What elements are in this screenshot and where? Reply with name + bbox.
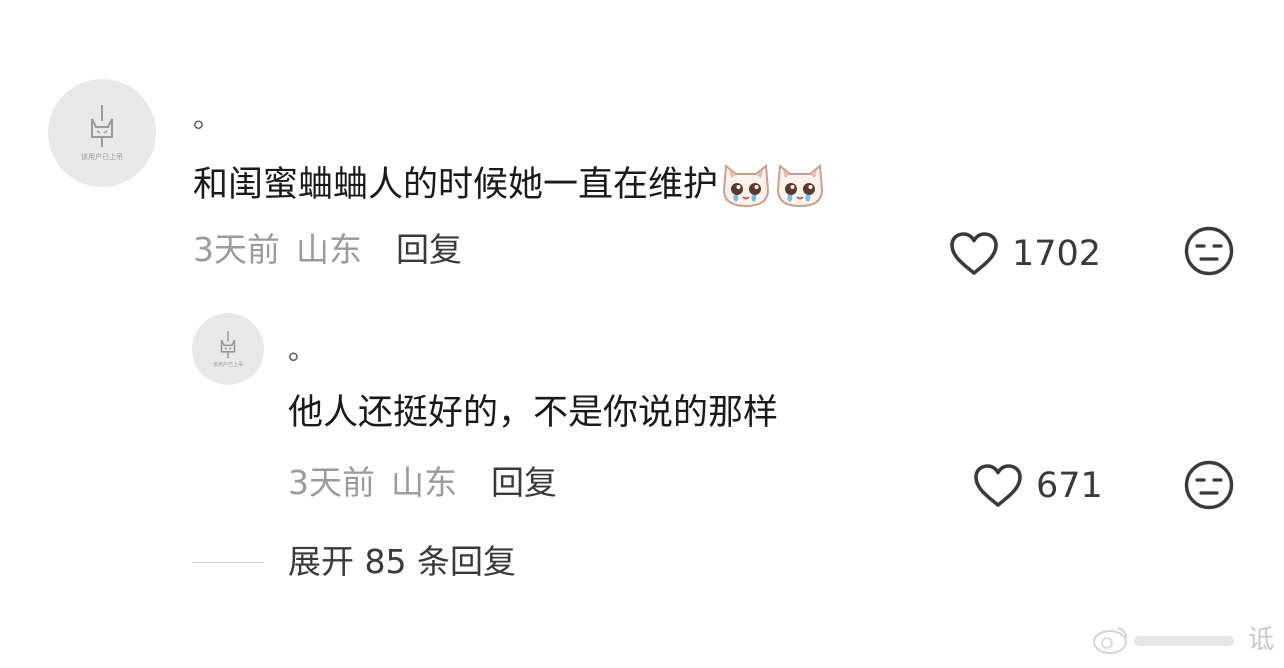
location: 山东 — [391, 463, 457, 502]
heart-outline-icon — [974, 464, 1022, 507]
avatar[interactable]: 该用户已上吊 — [192, 313, 264, 385]
timestamp: 3天前 — [193, 230, 280, 269]
watermark-glyph: 诋 — [1247, 625, 1274, 655]
like-button[interactable]: 1702 — [948, 231, 1101, 277]
avatar-caption: 该用户已上吊 — [212, 361, 243, 368]
reply-button[interactable]: 回复 — [491, 466, 557, 499]
username[interactable]: 。 — [193, 104, 221, 132]
cat-logo-icon — [91, 105, 113, 147]
comment-text: 和闺蜜蛐蛐人的时候她一直在维护 — [193, 160, 826, 210]
comment-body: 和闺蜜蛐蛐人的时候她一直在维护 — [193, 164, 719, 205]
comment-meta: 3天前 山东 回复 — [288, 466, 557, 499]
expand-divider — [192, 562, 264, 563]
reply-button[interactable]: 回复 — [396, 233, 462, 266]
comment-text: 他人还挺好的，不是你说的那样 — [288, 396, 778, 431]
neutral-face-icon[interactable] — [1184, 460, 1234, 510]
expand-replies-button[interactable]: 展开 85 条回复 — [288, 545, 516, 578]
crying-cat-face-icon — [723, 164, 770, 208]
avatar[interactable]: 该用户已上吊 — [48, 79, 156, 187]
like-count: 1702 — [1012, 233, 1102, 274]
like-button[interactable]: 671 — [972, 463, 1103, 509]
comment-body: 他人还挺好的，不是你说的那样 — [288, 393, 779, 433]
heart-outline-icon — [950, 232, 998, 275]
neutral-face-icon[interactable] — [1184, 226, 1234, 276]
like-count: 671 — [1036, 465, 1103, 506]
username[interactable]: 。 — [288, 336, 316, 364]
location: 山东 — [296, 230, 362, 269]
crying-cat-face-icon — [777, 164, 824, 208]
comment-meta: 3天前 山东 回复 — [193, 233, 462, 266]
weibo-watermark-icon — [1092, 627, 1234, 654]
avatar-caption: 该用户已上吊 — [81, 153, 123, 161]
watermark: 诋 — [1090, 622, 1274, 658]
timestamp: 3天前 — [288, 463, 375, 502]
cat-logo-icon — [220, 330, 236, 358]
